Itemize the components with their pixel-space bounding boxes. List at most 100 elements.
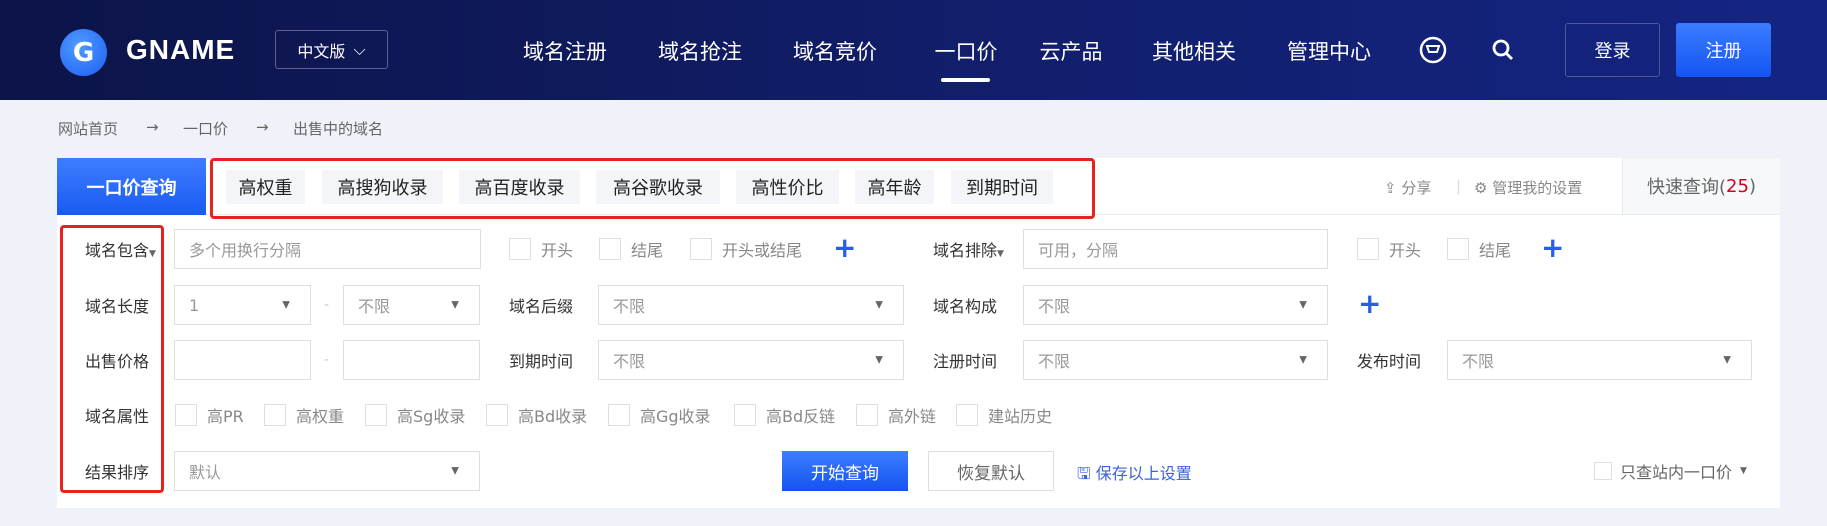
price-max-input[interactable] xyxy=(343,340,480,380)
save-settings-label: 保存以上设置 xyxy=(1095,464,1192,483)
nav-domain-auction[interactable]: 域名竞价 xyxy=(793,36,877,66)
active-nav-underline xyxy=(941,78,990,82)
suffix-select[interactable]: 不限 ▼ xyxy=(598,285,904,325)
share-icon: ⇪ xyxy=(1384,179,1397,197)
language-select[interactable]: 中文版 ⌵ xyxy=(275,30,388,69)
nav-management[interactable]: 管理中心 xyxy=(1287,36,1371,66)
quick-search-count: 25 xyxy=(1726,175,1749,197)
checkbox-label: 高PR xyxy=(207,407,244,426)
add-exclude-plus-icon[interactable]: + xyxy=(1541,231,1564,264)
select-value: 不限 xyxy=(1038,352,1071,371)
highlight-box-chips xyxy=(210,158,1095,219)
range-dash: - xyxy=(324,352,330,368)
nav-other[interactable]: 其他相关 xyxy=(1152,36,1236,66)
cart-icon[interactable] xyxy=(1419,36,1447,64)
caret-down-icon: ▼ xyxy=(282,299,290,311)
caret-down-icon: ▼ xyxy=(875,354,883,366)
quick-search-paren: ) xyxy=(1748,175,1756,197)
caret-down-icon: ▼ xyxy=(875,299,883,311)
chevron-down-icon: ⌵ xyxy=(353,39,366,59)
label-expire: 到期时间 xyxy=(509,352,574,371)
expire-select[interactable]: 不限 ▼ xyxy=(598,340,904,380)
toolbar-divider: | xyxy=(1456,177,1462,195)
attr-checkbox[interactable]: 高Bd反链 xyxy=(734,403,835,427)
label-regtime: 注册时间 xyxy=(933,352,998,371)
nav-domain-snap[interactable]: 域名抢注 xyxy=(658,36,742,66)
brand-name[interactable]: GNAME xyxy=(126,34,235,66)
search-icon[interactable] xyxy=(1491,38,1515,62)
share-button[interactable]: ⇪ 分享 xyxy=(1384,177,1431,198)
checkbox-label: 开头 xyxy=(1389,241,1422,260)
attr-checkbox[interactable]: 高Sg收录 xyxy=(365,403,465,427)
regtime-select[interactable]: 不限 ▼ xyxy=(1023,340,1328,380)
exclude-end-checkbox[interactable]: 结尾 xyxy=(1447,237,1511,261)
caret-down-icon: ▼ xyxy=(1299,354,1307,366)
checkbox-label: 高外链 xyxy=(888,407,937,426)
checkbox-label: 开头或结尾 xyxy=(722,241,803,260)
nav-fixed-price[interactable]: 一口价 xyxy=(935,36,998,66)
exclude-start-checkbox[interactable]: 开头 xyxy=(1357,237,1421,261)
add-contain-plus-icon[interactable]: + xyxy=(833,231,856,264)
quick-search-label: 快速查询( xyxy=(1647,177,1727,198)
select-value: 默认 xyxy=(189,463,222,482)
checkbox-label: 结尾 xyxy=(1479,241,1512,260)
caret-down-icon: ▼ xyxy=(997,249,1004,259)
language-label: 中文版 xyxy=(297,41,346,61)
exclude-input[interactable]: 可用，分隔 xyxy=(1023,229,1328,269)
highlight-box-labels xyxy=(60,225,164,493)
length-min-select[interactable]: 1 ▼ xyxy=(174,285,311,325)
compose-select[interactable]: 不限 ▼ xyxy=(1023,285,1328,325)
contain-end-checkbox[interactable]: 结尾 xyxy=(599,237,663,261)
select-value: 不限 xyxy=(613,352,646,371)
gname-logo-icon[interactable]: G xyxy=(60,29,107,76)
save-icon: 🖫 xyxy=(1077,464,1091,483)
select-value: 不限 xyxy=(1038,297,1071,316)
attr-checkbox[interactable]: 建站历史 xyxy=(956,403,1052,427)
length-max-select[interactable]: 不限 ▼ xyxy=(343,285,480,325)
only-internal-checkbox[interactable]: 只查站内一口价 ▼ xyxy=(1594,459,1747,483)
pubtime-select[interactable]: 不限 ▼ xyxy=(1447,340,1752,380)
label-pubtime: 发布时间 xyxy=(1357,352,1422,371)
sort-select[interactable]: 默认 ▼ xyxy=(174,451,480,491)
caret-down-icon: ▼ xyxy=(1740,466,1747,476)
checkbox-label: 高Gg收录 xyxy=(640,407,711,426)
quick-search-tab[interactable]: 快速查询(25) xyxy=(1622,158,1780,215)
register-button[interactable]: 注册 xyxy=(1676,23,1771,77)
attr-checkbox[interactable]: 高Gg收录 xyxy=(608,403,711,427)
add-compose-plus-icon[interactable]: + xyxy=(1358,287,1381,320)
attr-checkbox[interactable]: 高外链 xyxy=(856,403,936,427)
select-value: 不限 xyxy=(358,297,391,316)
caret-down-icon: ▼ xyxy=(451,299,459,311)
checkbox-label: 高权重 xyxy=(296,407,345,426)
label-exclude[interactable]: 域名排除▼ xyxy=(933,237,1004,261)
reset-default-button[interactable]: 恢复默认 xyxy=(928,451,1054,491)
caret-down-icon: ▼ xyxy=(1723,354,1731,366)
contain-start-or-end-checkbox[interactable]: 开头或结尾 xyxy=(690,237,802,261)
nav-cloud[interactable]: 云产品 xyxy=(1040,36,1103,66)
breadcrumb-fixed-price[interactable]: 一口价 xyxy=(183,118,228,139)
checkbox-label: 结尾 xyxy=(631,241,664,260)
price-min-input[interactable] xyxy=(174,340,311,380)
start-search-button[interactable]: 开始查询 xyxy=(782,451,908,491)
label-compose: 域名构成 xyxy=(933,297,998,316)
save-settings-link[interactable]: 🖫 保存以上设置 xyxy=(1077,460,1192,490)
checkbox-label: 高Bd收录 xyxy=(518,407,588,426)
attr-checkbox[interactable]: 高PR xyxy=(175,403,244,427)
caret-down-icon: ▼ xyxy=(1299,299,1307,311)
breadcrumb-current: 出售中的域名 xyxy=(293,120,384,138)
attr-checkbox[interactable]: 高Bd收录 xyxy=(486,403,587,427)
manage-settings-button[interactable]: ⚙ 管理我的设置 xyxy=(1474,177,1582,198)
contain-start-checkbox[interactable]: 开头 xyxy=(509,237,573,261)
select-value: 不限 xyxy=(1462,352,1495,371)
nav-domain-register[interactable]: 域名注册 xyxy=(523,36,607,66)
attr-checkbox[interactable]: 高权重 xyxy=(264,403,344,427)
select-value: 不限 xyxy=(613,297,646,316)
checkbox-label: 高Sg收录 xyxy=(397,407,466,426)
breadcrumb-home[interactable]: 网站首页 xyxy=(58,118,118,139)
login-button[interactable]: 登录 xyxy=(1565,23,1660,77)
checkbox-label: 建站历史 xyxy=(988,407,1053,426)
tab-fixed-price-search[interactable]: 一口价查询 xyxy=(57,158,206,215)
checkbox-label: 高Bd反链 xyxy=(766,407,836,426)
checkbox-label: 开头 xyxy=(541,241,574,260)
contain-input[interactable]: 多个用换行分隔 xyxy=(174,229,481,269)
